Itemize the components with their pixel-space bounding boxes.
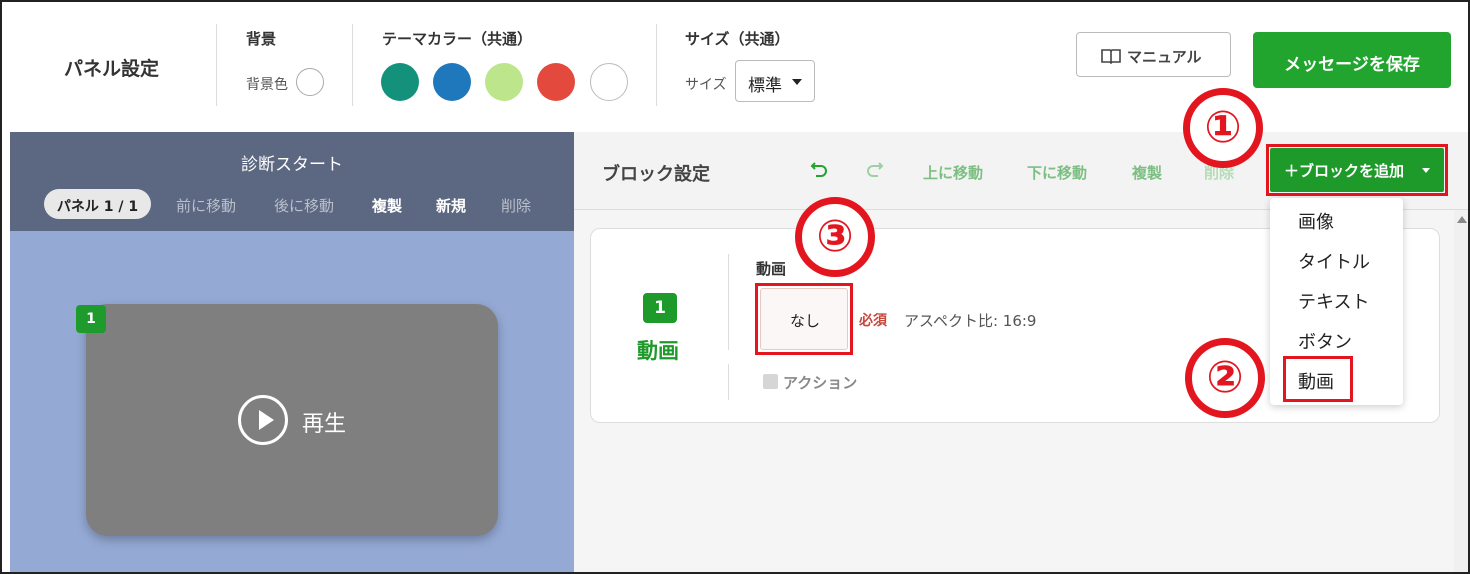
theme-color-swatch[interactable] <box>381 63 419 101</box>
bg-group-label: 背景 <box>246 30 277 48</box>
move-up-button[interactable]: 上に移動 <box>923 162 983 183</box>
video-field-label: 動画 <box>756 260 787 278</box>
divider <box>656 24 657 106</box>
bg-color-swatch[interactable] <box>296 68 324 96</box>
theme-color-swatch[interactable] <box>590 63 628 101</box>
scrollbar[interactable] <box>1454 210 1468 572</box>
dropdown-item-button[interactable]: ボタン <box>1298 328 1352 354</box>
divider <box>728 254 729 350</box>
move-prev-button[interactable]: 前に移動 <box>176 195 236 216</box>
redo-icon[interactable] <box>866 159 884 177</box>
theme-color-swatch[interactable] <box>537 63 575 101</box>
video-preview[interactable]: 再生 <box>86 304 498 536</box>
dropdown-item-title[interactable]: タイトル <box>1298 248 1370 274</box>
book-icon <box>1101 49 1121 64</box>
size-select-value: 標準 <box>748 76 782 96</box>
size-select[interactable]: 標準 <box>735 60 815 102</box>
dropdown-item-text[interactable]: テキスト <box>1298 288 1369 314</box>
undo-icon[interactable] <box>810 159 828 177</box>
divider <box>216 24 217 106</box>
divider <box>728 364 729 400</box>
panel-indicator: パネル 1 / 1 <box>44 189 151 219</box>
action-checkbox[interactable] <box>763 374 778 389</box>
panel-title: パネル設定 <box>64 58 160 80</box>
block-type-label: 動画 <box>637 339 679 363</box>
panel-indicator-label: パネル 1 / 1 <box>56 199 139 215</box>
save-message-button[interactable]: メッセージを保存 <box>1253 32 1451 88</box>
size-group-label: サイズ（共通） <box>685 30 790 48</box>
save-button-label: メッセージを保存 <box>1284 55 1420 75</box>
chevron-down-icon <box>792 79 802 85</box>
action-label: アクション <box>783 374 858 392</box>
move-next-button[interactable]: 後に移動 <box>274 195 334 216</box>
add-block-dropdown: 画像 タイトル テキスト ボタン 動画 <box>1270 198 1403 405</box>
duplicate-block-button[interactable]: 複製 <box>1132 162 1162 183</box>
delete-panel-button[interactable]: 削除 <box>501 195 531 216</box>
block-number-badge: 1 <box>76 305 106 333</box>
annotation-number: ③ <box>816 211 854 262</box>
duplicate-panel-button[interactable]: 複製 <box>372 195 402 216</box>
screen-frame: パネル設定 背景 背景色 テーマカラー（共通） サイズ（共通） サイズ 標準 マ… <box>0 0 1470 574</box>
annotation-step-1: ① <box>1183 88 1263 168</box>
video-select-value: なし <box>789 312 820 330</box>
video-select-box[interactable]: なし <box>760 288 848 350</box>
dropdown-item-video[interactable]: 動画 <box>1298 368 1334 394</box>
block-settings-title: ブロック設定 <box>602 164 710 185</box>
new-panel-button[interactable]: 新規 <box>436 195 466 216</box>
chevron-down-icon <box>1422 168 1430 173</box>
annotation-step-3: ③ <box>795 197 875 277</box>
play-triangle <box>259 410 274 430</box>
dropdown-item-image[interactable]: 画像 <box>1298 208 1334 234</box>
annotation-step-2: ② <box>1185 338 1265 418</box>
manual-button-label: マニュアル <box>1127 48 1202 66</box>
block-number-badge: 1 <box>643 293 677 323</box>
preview-body: 再生 1 <box>10 231 574 572</box>
theme-color-swatch[interactable] <box>485 63 523 101</box>
preview-header: 診断スタート パネル 1 / 1 前に移動 後に移動 複製 新規 削除 <box>10 132 574 231</box>
add-block-label: ＋ブロックを追加 <box>1284 162 1405 180</box>
theme-group-label: テーマカラー（共通） <box>382 30 533 48</box>
manual-button[interactable]: マニュアル <box>1076 32 1231 77</box>
add-block-button[interactable]: ＋ブロックを追加 <box>1270 148 1444 192</box>
play-icon[interactable] <box>238 395 288 445</box>
size-label: サイズ <box>685 77 727 93</box>
aspect-ratio-text: アスペクト比: 16:9 <box>904 312 1037 330</box>
divider <box>352 24 353 106</box>
preview-title: 診断スタート <box>241 155 343 175</box>
annotation-number: ② <box>1206 352 1244 403</box>
annotation-number: ① <box>1204 102 1242 153</box>
move-down-button[interactable]: 下に移動 <box>1027 162 1087 183</box>
play-label: 再生 <box>302 412 347 437</box>
bg-color-label: 背景色 <box>246 77 288 93</box>
required-badge: 必須 <box>859 313 887 329</box>
theme-color-swatch[interactable] <box>433 63 471 101</box>
scroll-up-icon[interactable] <box>1457 216 1467 223</box>
